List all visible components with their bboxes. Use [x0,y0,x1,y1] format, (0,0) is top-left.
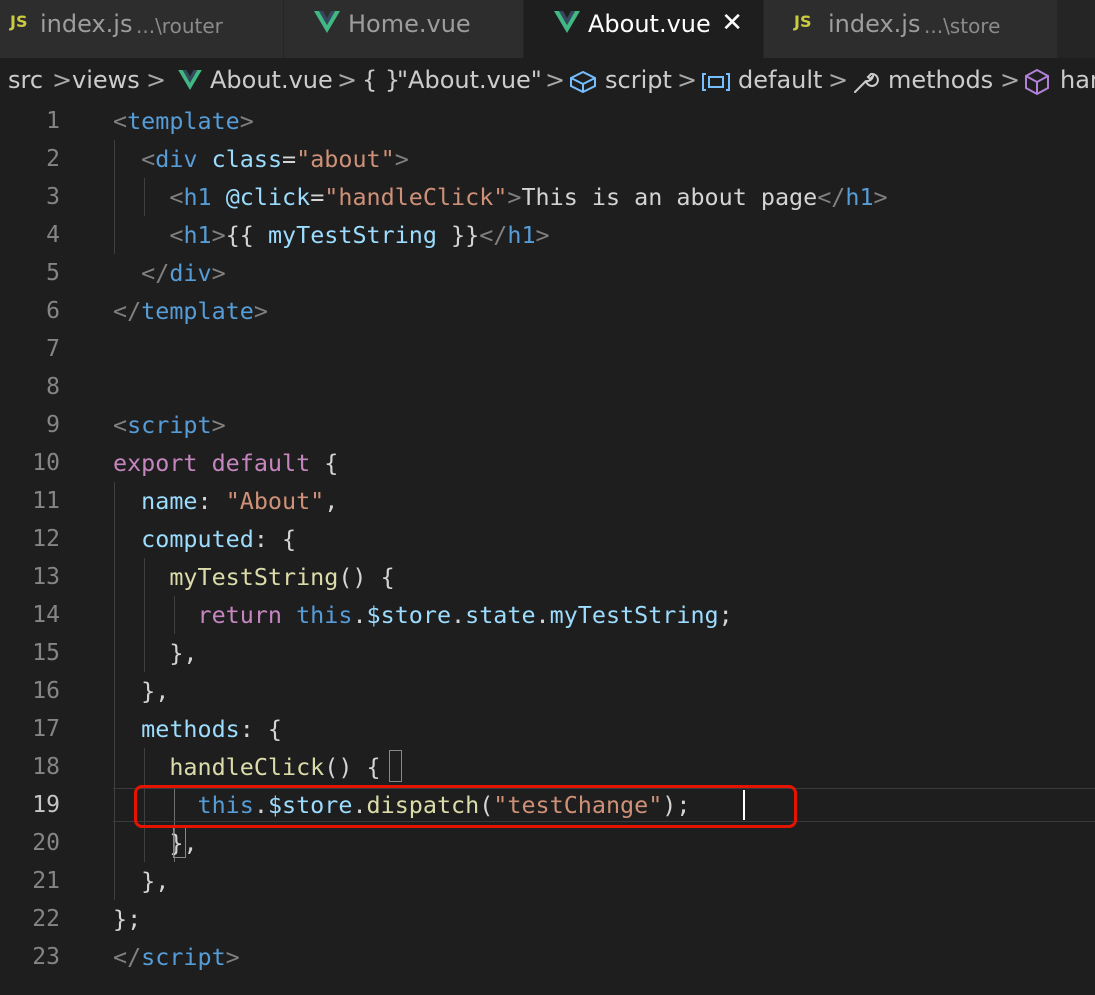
code-line-12: computed: { [141,525,297,553]
breadcrumb-item-script[interactable]: script [605,66,672,94]
line-number: 12 [32,526,60,552]
bracket-match-highlight [173,826,186,858]
line-number: 4 [46,222,60,248]
close-icon[interactable]: ✕ [721,10,743,36]
code-line-18: handleClick() { [169,753,381,781]
tab-label: index.js [40,10,133,38]
line-number: 1 [46,108,60,134]
tab-path-hint: ...\store [924,14,1001,38]
line-number: 6 [46,298,60,324]
breadcrumb-item-file[interactable]: About.vue [210,66,333,94]
code-line-13: myTestString() { [169,563,395,591]
method-cube-icon [1024,68,1050,100]
code-line-10: export default { [113,449,339,477]
code-line-6: </template> [113,297,268,325]
breadcrumb-item-views[interactable]: views [72,66,140,94]
breadcrumb: src > views > About.vue > { } "About.vue… [0,58,1095,102]
wrench-icon [851,68,879,100]
code-line-17: methods: { [141,715,282,743]
breadcrumb-item-default[interactable]: default [738,66,822,94]
code-line-22: }; [113,905,142,933]
javascript-file-icon: JS [794,12,812,31]
breadcrumb-separator: > [828,66,849,94]
tab-label: index.js [828,10,921,38]
line-number: 15 [32,640,60,666]
code-editor[interactable]: 1 2 3 4 5 6 7 8 9 10 11 12 13 14 15 16 1… [0,102,1095,995]
code-line-14: return this.$store.state.myTestString; [197,601,733,629]
code-line-15: }, [169,639,198,667]
breadcrumb-separator: > [1000,66,1021,94]
code-line-1: <template> [113,107,254,135]
code-line-9: <script> [113,411,226,439]
code-line-2: <div class="about"> [141,145,409,173]
breadcrumb-item-module[interactable]: "About.vue" [397,66,542,94]
breadcrumb-item-methods[interactable]: methods [888,66,993,94]
line-number: 22 [32,906,60,932]
bracket-match-highlight [389,750,402,782]
line-number: 10 [32,450,60,476]
code-line-21: }, [141,867,170,895]
tab-path-hint: ...\router [136,14,223,38]
line-number: 21 [32,868,60,894]
tab-index-js-router[interactable]: JS index.js ...\router [0,0,284,58]
breadcrumb-separator: > [545,66,566,94]
variable-icon [701,72,731,96]
vue-file-icon [314,11,340,37]
line-number: 20 [32,830,60,856]
breadcrumb-separator: > [146,66,167,94]
code-line-4: <h1>{{ myTestString }}</h1> [169,221,550,249]
tab-label: About.vue [588,10,711,38]
line-number: 3 [46,184,60,210]
line-number: 23 [32,944,60,970]
code-line-3: <h1 @click="handleClick">This is an abou… [169,183,888,211]
code-line-5: </div> [141,259,226,287]
breadcrumb-item-object-icon: { } [362,66,401,94]
line-number: 18 [32,754,60,780]
tab-label: Home.vue [348,10,471,38]
line-number: 5 [46,260,60,286]
line-number: 16 [32,678,60,704]
line-number: 7 [46,336,60,362]
code-line-16: }, [141,677,170,705]
tab-about-vue[interactable]: About.vue ✕ [524,0,764,58]
line-number: 11 [32,488,60,514]
line-number: 17 [32,716,60,742]
breadcrumb-separator: > [677,66,698,94]
cube-outline-icon [569,70,597,97]
line-number: 14 [32,602,60,628]
tab-bar: JS index.js ...\router Home.vue About.vu… [0,0,1095,58]
code-line-23: </script> [113,943,240,971]
tab-home-vue[interactable]: Home.vue [284,0,524,58]
line-number: 2 [46,146,60,172]
vue-file-icon [178,70,202,94]
breadcrumb-item-handleclick[interactable]: handleClick [1060,66,1095,94]
highlight-annotation-box [134,785,797,828]
line-number: 8 [46,374,60,400]
line-number-current: 19 [32,792,60,818]
vue-file-icon [554,11,580,37]
line-number: 13 [32,564,60,590]
tab-index-js-store[interactable]: JS index.js ...\store [764,0,1058,58]
line-number: 9 [46,412,60,438]
breadcrumb-item-src[interactable]: src [8,66,43,94]
code-line-11: name: "About", [141,487,339,515]
javascript-file-icon: JS [10,12,28,31]
breadcrumb-separator: > [337,66,358,94]
breadcrumb-separator: > [52,66,73,94]
